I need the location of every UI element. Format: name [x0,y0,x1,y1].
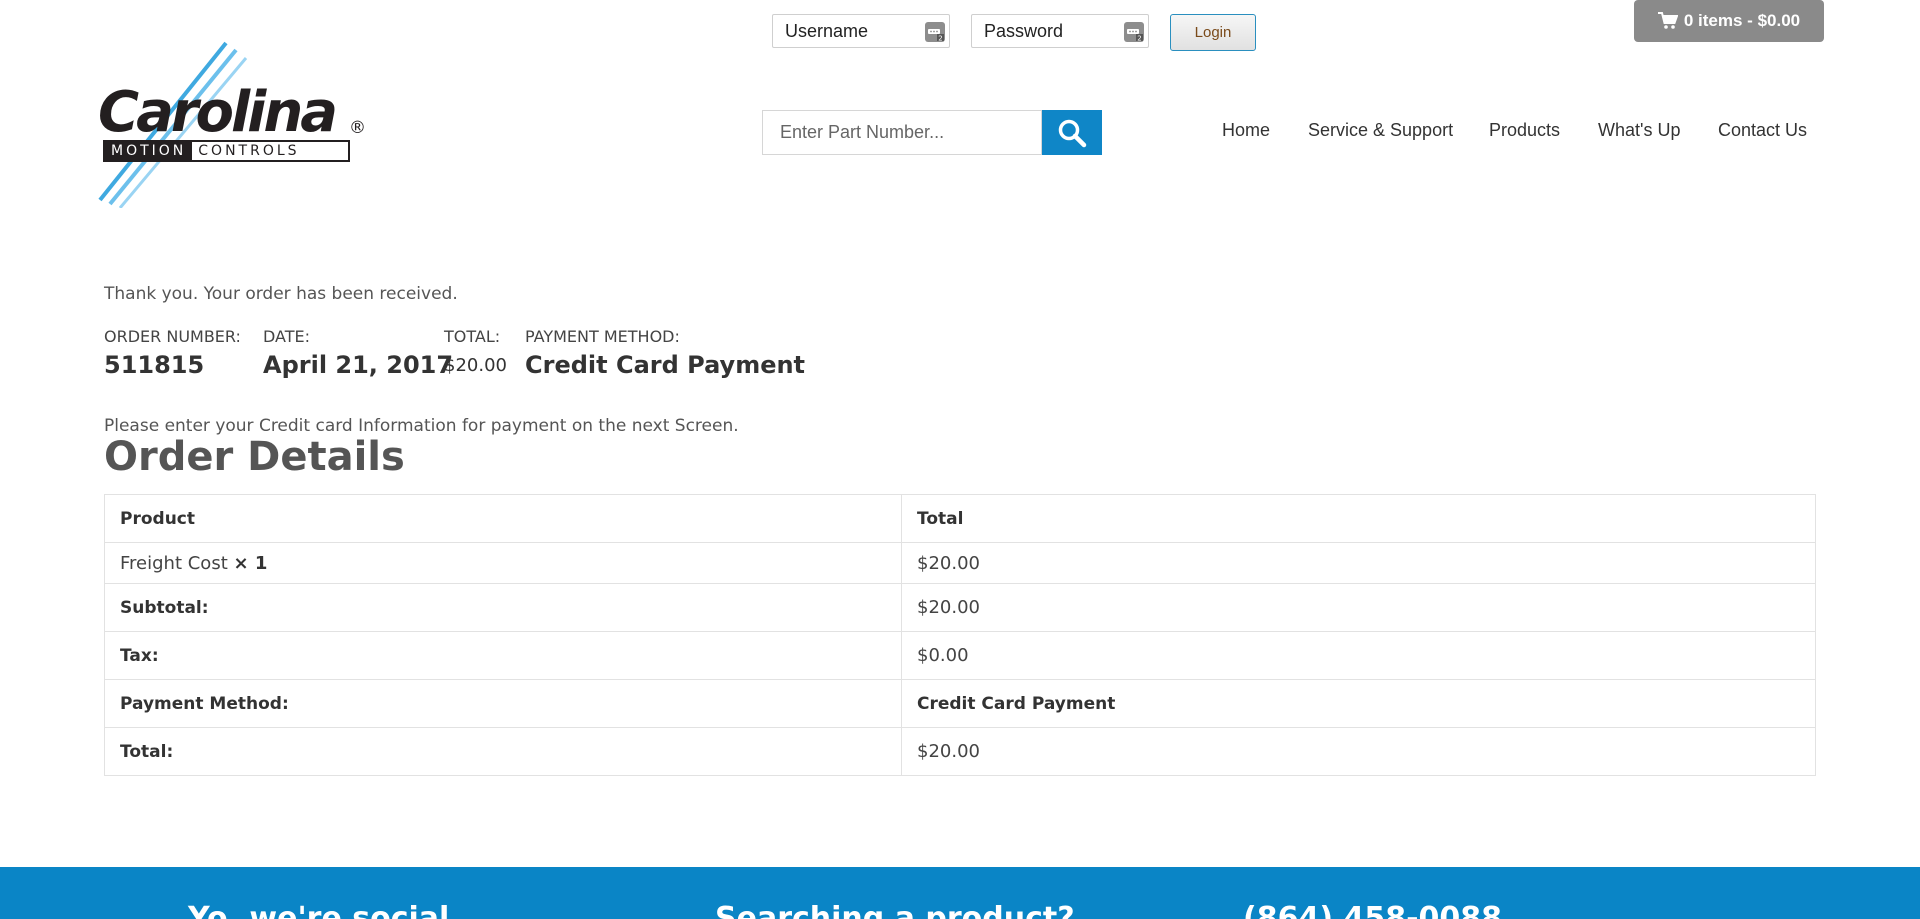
footer-phone-heading: (864) 458-0088 [1243,901,1503,919]
nav-contact-us[interactable]: Contact Us [1718,120,1807,141]
total-label: Total: [104,727,902,776]
keypass-icon[interactable]: 2 [925,22,945,42]
part-search-input[interactable]: Enter Part Number... [762,110,1042,155]
keypass-icon[interactable]: 2 [1124,22,1144,42]
table-header-row: Product Total [104,494,1816,543]
cart-summary: 0 items - $0.00 [1683,11,1801,30]
order-total-value: $20.00 [444,355,507,376]
cart-button[interactable]: 0 items - $0.00 [1634,0,1824,42]
search-button[interactable] [1042,110,1102,155]
payment-note: Please enter your Credit card Informatio… [104,416,739,436]
overview-order-number: ORDER NUMBER: 511815 [104,326,241,379]
site-footer: Yo, we're social Searching a product? (8… [0,867,1920,919]
username-placeholder: Username [785,20,869,41]
username-input[interactable]: Username 2 [772,14,950,48]
item-total: $20.00 [901,542,1816,584]
logo-tagline: MOTION CONTROLS [103,140,350,162]
svg-text:2: 2 [1137,34,1141,42]
login-button[interactable]: Login [1170,14,1256,51]
payment-method-value: Credit Card Payment [525,351,806,379]
table-row: Total: $20.00 [104,727,1816,776]
table-row: Payment Method: Credit Card Payment [104,679,1816,728]
svg-text:2: 2 [938,34,942,42]
item-quantity: × 1 [233,552,268,574]
password-input[interactable]: Password 2 [971,14,1149,48]
subtotal-value: $20.00 [901,583,1816,632]
item-cell: Freight Cost × 1 [104,542,902,584]
registered-mark: ® [349,118,366,138]
nav-whats-up[interactable]: What's Up [1598,120,1680,141]
order-date-value: April 21, 2017 [263,351,454,379]
order-number-label: ORDER NUMBER: [104,327,241,346]
footer-search-heading: Searching a product? [715,901,1075,919]
header-product: Product [104,494,902,543]
nav-products[interactable]: Products [1489,120,1560,141]
footer-social-heading: Yo, we're social [188,901,450,919]
order-received-message: Thank you. Your order has been received. [104,284,458,304]
tagline-controls: CONTROLS [198,143,300,159]
order-details-table: Product Total Freight Cost × 1 $20.00 Su… [104,494,1816,776]
table-row: Subtotal: $20.00 [104,583,1816,632]
overview-payment-method: PAYMENT METHOD: Credit Card Payment [525,326,805,379]
subtotal-label: Subtotal: [104,583,902,632]
tax-label: Tax: [104,631,902,680]
carolina-logo[interactable]: Carolina ® MOTION CONTROLS [96,38,376,209]
order-date-label: DATE: [263,327,311,346]
order-number-value: 511815 [104,351,205,379]
order-total-label: TOTAL: [444,327,501,346]
search-placeholder: Enter Part Number... [780,122,945,142]
payment-value: Credit Card Payment [901,679,1816,728]
nav-home[interactable]: Home [1222,120,1270,141]
total-value: $20.00 [901,727,1816,776]
tagline-motion: MOTION [105,142,193,160]
overview-total: TOTAL: $20.00 [444,326,507,376]
cart-icon [1657,12,1678,29]
table-row: Freight Cost × 1 $20.00 [104,542,1816,584]
search-icon [1058,119,1087,147]
order-details-title: Order Details [104,434,405,480]
password-placeholder: Password [984,20,1064,41]
tax-value: $0.00 [901,631,1816,680]
overview-date: DATE: April 21, 2017 [263,326,453,379]
table-row: Tax: $0.00 [104,631,1816,680]
logo-wordmark: Carolina [98,80,338,145]
item-name: Freight Cost [120,552,228,574]
nav-service-support[interactable]: Service & Support [1308,120,1453,141]
payment-method-label: PAYMENT METHOD: [525,327,680,346]
payment-label: Payment Method: [104,679,902,728]
header-total: Total [901,494,1816,543]
